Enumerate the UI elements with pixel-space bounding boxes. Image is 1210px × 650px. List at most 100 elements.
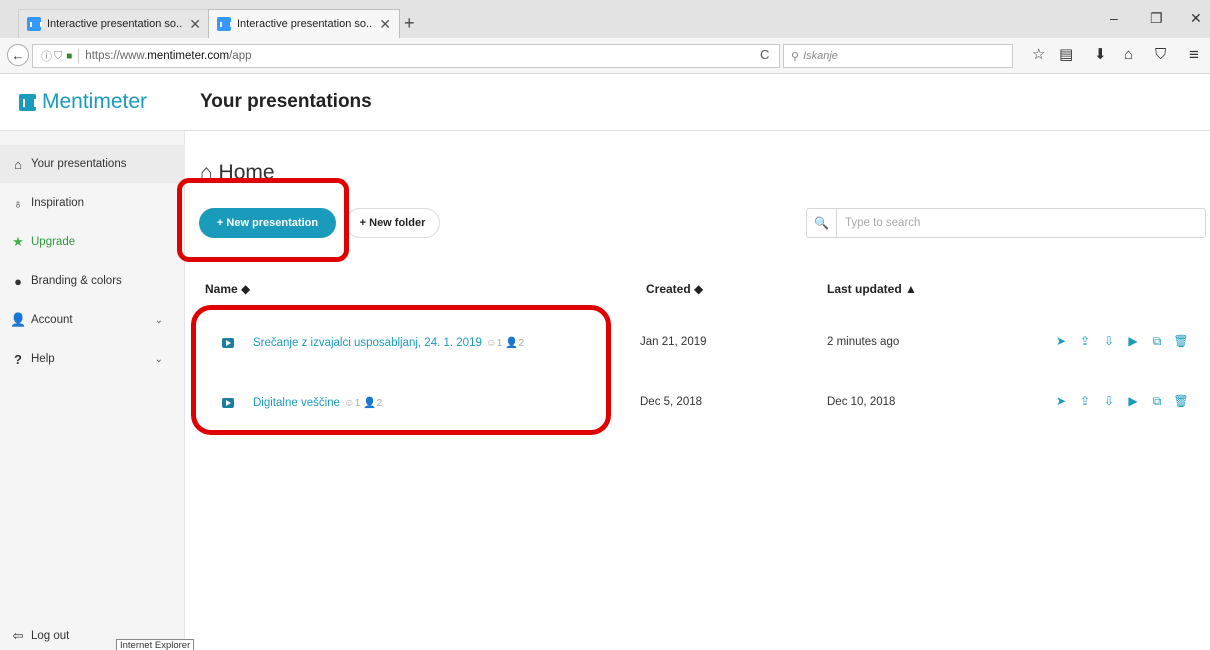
reading-list-icon[interactable]: ▤ — [1059, 47, 1073, 63]
window-close-icon[interactable]: ✕ — [1190, 10, 1202, 27]
user-icon: 👤 — [10, 312, 27, 327]
app-header: Mentimeter Your presentations — [0, 75, 1210, 131]
tab-title: Interactive presentation so... — [237, 18, 374, 30]
url-domain: mentimeter.com — [147, 50, 230, 62]
presentation-name-link[interactable]: Digitalne veščine ☺1 👤2 — [253, 396, 382, 409]
url-path: /app — [229, 50, 252, 62]
presentation-icon — [222, 398, 234, 408]
logout-label: Log out — [31, 630, 70, 642]
tab-close-icon[interactable]: ✕ — [189, 16, 201, 33]
back-arrow-icon: ← — [11, 47, 25, 63]
share-icon[interactable]: ⇪ — [1074, 394, 1096, 409]
mentimeter-logo-icon — [19, 93, 36, 111]
presentation-name: Digitalne veščine — [253, 397, 340, 409]
menu-icon[interactable]: ≡ — [1189, 46, 1199, 63]
delete-icon[interactable]: 🗑 — [1170, 334, 1192, 349]
mentimeter-favicon-icon — [27, 17, 42, 31]
back-button[interactable]: ← — [7, 44, 29, 66]
info-icon[interactable]: ⓘ — [41, 48, 52, 64]
sidebar-item-help[interactable]: ? Help ⌄ — [0, 340, 185, 378]
sidebar-item-label: Branding & colors — [31, 275, 122, 287]
column-header-created[interactable]: Created ◆ — [646, 282, 703, 296]
present-icon[interactable]: ➤ — [1050, 394, 1072, 409]
star-icon: ★ — [12, 234, 24, 249]
download-icon[interactable]: ⇩ — [1098, 334, 1120, 349]
folder-heading: ⌂ Home — [200, 161, 275, 185]
move-to-folder-icon[interactable]: ▶ — [1122, 334, 1144, 349]
table-row[interactable]: Digitalne veščine ☺1 👤2 Dec 5, 2018 Dec 1… — [200, 384, 1206, 424]
home-icon[interactable]: ⌂ — [1124, 47, 1133, 63]
created-date: Jan 21, 2019 — [640, 336, 707, 348]
duplicate-icon[interactable]: ⧉ — [1146, 394, 1168, 409]
download-icon[interactable]: ⇩ — [1098, 394, 1120, 409]
presentation-search: 🔍 — [806, 208, 1206, 238]
column-header-name[interactable]: Name ◆ — [205, 282, 250, 296]
row-actions: ➤ ⇪ ⇩ ▶ ⧉ 🗑 — [1050, 394, 1194, 409]
presentation-name-link[interactable]: Srečanje z izvajalci usposabljanj, 24. 1… — [253, 336, 524, 349]
shield-icon[interactable]: ⛉ — [54, 50, 62, 63]
browser-search-field[interactable]: ⚲ Iskanje — [783, 44, 1013, 68]
sidebar-item-label: Inspiration — [31, 197, 85, 209]
sidebar-item-inspiration[interactable]: ♁ Inspiration — [0, 184, 185, 222]
move-to-folder-icon[interactable]: ▶ — [1122, 394, 1144, 409]
screen: Interactive presentation so... ✕ Interac… — [0, 0, 1210, 650]
sidebar-item-account[interactable]: 👤 Account ⌄ — [0, 301, 185, 339]
present-icon[interactable]: ➤ — [1050, 334, 1072, 349]
pocket-icon[interactable]: ⛉ — [1155, 47, 1166, 63]
bookmark-star-icon[interactable]: ☆ — [1032, 47, 1045, 63]
download-icon[interactable]: ⬇ — [1094, 47, 1107, 63]
page-title: Your presentations — [200, 91, 372, 112]
presentation-name: Srečanje z izvajalci usposabljanj, 24. 1… — [253, 337, 482, 349]
column-header-last-updated[interactable]: Last updated ▲ — [827, 282, 917, 296]
help-icon: ? — [14, 351, 22, 367]
browser-tab-2[interactable]: Interactive presentation so... ✕ — [208, 9, 400, 38]
updated-date: Dec 10, 2018 — [827, 396, 896, 408]
browser-nav-bar: ← ⓘ ⛉ ■ https://www. mentimeter.com/app C… — [0, 38, 1210, 74]
url-bar[interactable]: ⓘ ⛉ ■ https://www. mentimeter.com/app — [32, 44, 780, 68]
drop-icon: ● — [14, 273, 22, 289]
search-input[interactable] — [845, 214, 1185, 232]
tooltip: Internet Explorer — [116, 639, 195, 650]
updated-date: 2 minutes ago — [827, 336, 900, 348]
home-icon: ⌂ — [14, 156, 22, 172]
row-actions: ➤ ⇪ ⇩ ▶ ⧉ 🗑 — [1050, 334, 1194, 349]
delete-icon[interactable]: 🗑 — [1170, 394, 1192, 409]
restore-icon[interactable]: ❐ — [1150, 10, 1163, 27]
presentation-meta: ☺1 👤2 — [485, 337, 525, 349]
home-icon: ⌂ — [200, 161, 213, 184]
url-prefix: https://www. — [85, 50, 148, 62]
chevron-down-icon[interactable]: ⌄ — [155, 315, 163, 326]
reload-icon[interactable]: C — [760, 47, 769, 62]
new-presentation-button[interactable]: + New presentation — [199, 208, 336, 238]
created-date: Dec 5, 2018 — [640, 396, 703, 408]
chevron-down-icon[interactable]: ⌄ — [155, 354, 163, 365]
new-tab-button[interactable]: + — [404, 14, 415, 32]
tab-close-icon[interactable]: ✕ — [379, 16, 391, 33]
search-icon: ⚲ — [791, 50, 800, 63]
presentation-meta: ☺1 👤2 — [343, 397, 383, 409]
sidebar-item-label: Account — [31, 314, 73, 326]
duplicate-icon[interactable]: ⧉ — [1146, 334, 1168, 349]
sidebar-item-upgrade[interactable]: ★ Upgrade — [0, 223, 185, 261]
lock-icon: ■ — [66, 50, 73, 62]
sidebar-item-branding[interactable]: ● Branding & colors — [0, 262, 185, 300]
mentimeter-favicon-icon — [217, 17, 232, 31]
tab-title: Interactive presentation so... — [47, 18, 184, 30]
browser-tab-1[interactable]: Interactive presentation so... ✕ — [18, 9, 210, 38]
browser-tab-bar: Interactive presentation so... ✕ Interac… — [0, 0, 1210, 38]
url-separator — [78, 49, 80, 63]
folder-heading-label: Home — [218, 161, 275, 184]
browser-search-placeholder: Iskanje — [803, 50, 838, 62]
presentation-icon — [222, 338, 234, 348]
sidebar-item-your-presentations[interactable]: ⌂ Your presentations — [0, 145, 185, 183]
table-row[interactable]: Srečanje z izvajalci usposabljanj, 24. 1… — [200, 324, 1206, 364]
mentimeter-logo[interactable]: Mentimeter — [19, 90, 147, 114]
sidebar-item-label: Help — [31, 353, 55, 365]
minimize-icon[interactable]: – — [1110, 10, 1118, 26]
share-icon[interactable]: ⇪ — [1074, 334, 1096, 349]
sidebar-item-label: Your presentations — [31, 158, 127, 170]
new-folder-button[interactable]: + New folder — [345, 208, 440, 238]
sidebar: ⌂ Your presentations ♁ Inspiration ★ Upg… — [0, 131, 185, 650]
brand-name: Mentimeter — [42, 90, 148, 113]
search-icon[interactable]: 🔍 — [807, 209, 837, 237]
